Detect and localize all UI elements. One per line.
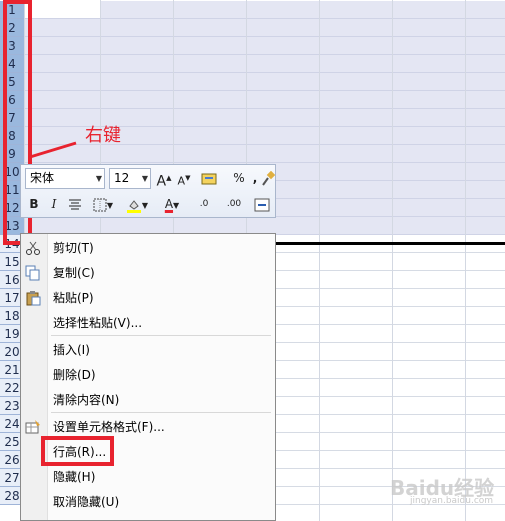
font-size-select[interactable]: 12 ▼ — [109, 168, 151, 189]
percent-icon: % — [233, 171, 245, 185]
chevron-down-icon: ▼ — [106, 201, 114, 210]
row-cells[interactable] — [24, 145, 505, 163]
chevron-down-icon: ▼ — [141, 174, 148, 183]
fill-color-button[interactable]: ▼ — [121, 194, 153, 214]
shrink-font-button[interactable]: A▼ — [175, 168, 193, 188]
menu-item-label: 插入(I) — [53, 343, 90, 357]
accounting-format-button[interactable] — [197, 168, 225, 188]
merge-center-button[interactable] — [253, 194, 271, 214]
highlight-row-height-item — [41, 436, 114, 466]
menu-item[interactable]: 隐藏(H) — [21, 465, 275, 489]
percent-button[interactable]: % — [231, 168, 247, 188]
format-cells-icon — [25, 419, 41, 435]
menu-item[interactable]: 插入(I) — [21, 338, 275, 362]
increase-decimal-icon: .0 — [199, 199, 209, 209]
menu-item-label: 取消隐藏(U) — [53, 495, 120, 509]
context-menu: 剪切(T) 复制(C) 粘贴(P) 选择性粘贴(V)... 插入(I) 删除(D) 清除内容… — [20, 233, 276, 521]
accounting-format-icon — [201, 173, 217, 184]
row-cells[interactable] — [24, 91, 505, 109]
menu-item[interactable]: 粘贴(P) — [21, 286, 275, 310]
italic-button[interactable]: I — [47, 194, 61, 214]
menu-item[interactable]: 剪切(T) — [21, 236, 275, 260]
menu-item-label: 选择性粘贴(V)... — [53, 316, 143, 330]
row-cells[interactable] — [24, 37, 505, 55]
column-gridline — [319, 0, 320, 521]
font-name-value: 宋体 — [30, 171, 55, 185]
menu-item[interactable]: 取消隐藏(U) — [21, 490, 275, 514]
fill-color-icon — [126, 199, 141, 213]
row-cells[interactable] — [24, 55, 505, 73]
borders-button[interactable]: ▼ — [89, 194, 117, 214]
menu-item-label: 粘贴(P) — [53, 291, 94, 305]
column-gridline — [465, 0, 466, 521]
copy-icon — [25, 265, 41, 281]
column-gridline — [392, 0, 393, 521]
grow-font-icon: A — [156, 173, 167, 190]
format-painter-icon — [262, 170, 276, 186]
decrease-decimal-button[interactable]: .00 — [219, 194, 249, 214]
increase-decimal-button[interactable]: .0 — [191, 194, 217, 214]
menu-item-label: 隐藏(H) — [53, 470, 96, 484]
menu-item-label: 删除(D) — [53, 368, 96, 382]
menu-item[interactable]: 选择性粘贴(V)... — [21, 311, 275, 335]
menu-item-label: 复制(C) — [53, 266, 95, 280]
watermark-url: jingyan.baidu.com — [410, 496, 494, 506]
chevron-down-icon: ▼ — [173, 201, 180, 210]
mini-toolbar: 宋体 ▼ 12 ▼ A▲ A▼ % , B I ▼ ▼ A▼ .0 .00 — [20, 164, 276, 218]
comma-button[interactable]: , — [249, 168, 261, 188]
font-color-icon: A — [164, 197, 174, 211]
decrease-decimal-icon: .00 — [226, 199, 242, 209]
bold-button[interactable]: B — [27, 194, 41, 214]
chevron-down-icon: ▼ — [95, 174, 102, 183]
menu-separator — [51, 412, 271, 413]
font-size-value: 12 — [114, 171, 130, 185]
menu-separator — [51, 335, 271, 336]
annotation-right-click-label: 右键 — [85, 125, 121, 146]
menu-item-label: 剪切(T) — [53, 241, 94, 255]
row-cells[interactable] — [24, 73, 505, 91]
menu-item[interactable]: 清除内容(N) — [21, 388, 275, 412]
grow-font-button[interactable]: A▲ — [155, 168, 173, 190]
font-color-button[interactable]: A▼ — [157, 194, 187, 214]
row-cells[interactable] — [24, 19, 505, 37]
align-center-icon — [69, 199, 81, 209]
paste-icon — [25, 290, 41, 306]
italic-icon: I — [51, 197, 57, 211]
bold-icon: B — [29, 197, 39, 211]
menu-item[interactable]: 删除(D) — [21, 363, 275, 387]
merge-center-icon — [254, 198, 270, 211]
chevron-down-icon: ▼ — [141, 201, 149, 210]
borders-icon — [93, 198, 107, 211]
font-name-select[interactable]: 宋体 ▼ — [25, 168, 105, 189]
format-painter-button[interactable] — [261, 168, 276, 188]
active-cell[interactable] — [25, 1, 100, 18]
scissors-icon — [25, 240, 41, 256]
shrink-font-icon: A — [177, 174, 186, 188]
comma-icon: , — [252, 171, 258, 185]
menu-item-label: 清除内容(N) — [53, 393, 120, 407]
menu-item[interactable]: 复制(C) — [21, 261, 275, 285]
align-center-button[interactable] — [67, 194, 83, 214]
row-divider-thick — [276, 242, 505, 245]
